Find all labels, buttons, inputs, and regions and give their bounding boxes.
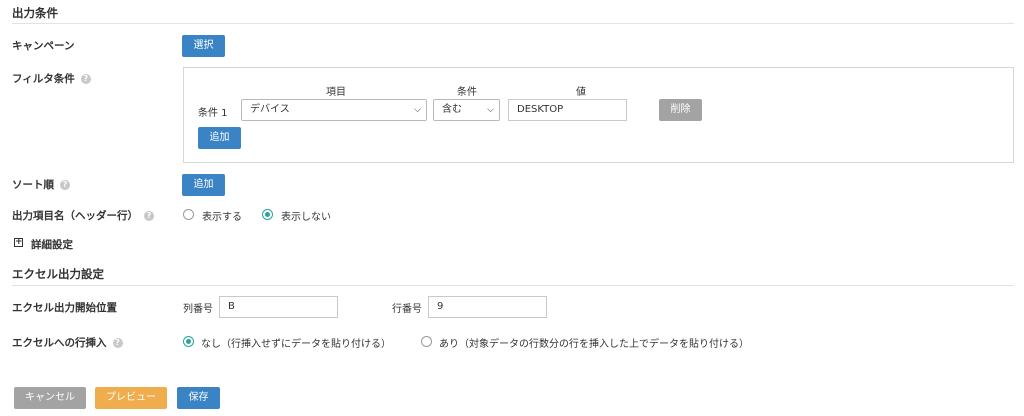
question-circle-icon[interactable]: ?	[112, 338, 123, 348]
filter-column-item: 項目	[326, 87, 346, 98]
question-circle-icon[interactable]: ?	[80, 74, 91, 84]
cancel-button[interactable]: キャンセル	[14, 387, 86, 409]
divider	[12, 285, 1014, 286]
row-insert-none-radio[interactable]	[183, 336, 194, 347]
filter-value-input[interactable]: DESKTOP	[508, 99, 627, 121]
sort-label: ソート順	[12, 179, 54, 191]
column-number-label: 列番号	[183, 304, 213, 315]
filter-add-button[interactable]: 追加	[198, 127, 241, 149]
header-row-label-wrap: 出力項目名（ヘッダー行）?	[12, 208, 154, 223]
chevron-down-icon: ⌵	[487, 105, 494, 115]
section-title-excel-output: エクセル出力設定	[12, 267, 104, 281]
header-row-hide-radio[interactable]	[262, 209, 273, 220]
column-number-input[interactable]: B	[219, 296, 338, 318]
preview-button[interactable]: プレビュー	[95, 387, 167, 409]
divider	[12, 23, 1014, 24]
filter-label: フィルタ条件	[12, 73, 75, 85]
row-insert-label: エクセルへの行挿入	[12, 337, 107, 349]
section-title-output-conditions: 出力条件	[12, 6, 58, 20]
filter-column-value: 値	[576, 87, 586, 98]
filter-delete-button[interactable]: 削除	[659, 99, 702, 121]
sort-label-wrap: ソート順?	[12, 177, 70, 192]
filter-item-value: デバイス	[250, 104, 290, 115]
row-insert-none-label[interactable]: なし（行挿入せずにデータを貼り付ける）	[201, 335, 391, 350]
header-row-hide-label[interactable]: 表示しない	[281, 208, 331, 223]
row-number-label: 行番号	[392, 304, 422, 315]
row-insert-yes-radio[interactable]	[421, 336, 432, 347]
campaign-select-button[interactable]: 選択	[182, 35, 225, 57]
filter-label-wrap: フィルタ条件?	[12, 71, 91, 86]
sort-add-button[interactable]: 追加	[182, 174, 225, 196]
filter-column-condition: 条件	[457, 87, 477, 98]
question-circle-icon[interactable]: ?	[60, 180, 70, 190]
row-insert-label-wrap: エクセルへの行挿入?	[12, 335, 123, 350]
question-circle-icon[interactable]: ?	[144, 211, 154, 221]
save-button[interactable]: 保存	[177, 387, 220, 409]
header-row-label: 出力項目名（ヘッダー行）	[12, 210, 138, 222]
row-number-input[interactable]: 9	[428, 296, 547, 318]
filter-item-select[interactable]: デバイス ⌵	[241, 99, 427, 121]
campaign-label: キャンペーン	[12, 40, 75, 52]
filter-row-label: 条件 1	[198, 108, 228, 119]
filter-condition-value: 含む	[442, 104, 462, 115]
advanced-settings-toggle[interactable]: 詳細設定	[31, 237, 73, 252]
header-row-show-radio[interactable]	[183, 209, 194, 220]
excel-start-position-label: エクセル出力開始位置	[12, 302, 117, 314]
row-insert-yes-label[interactable]: あり（対象データの行数分の行を挿入した上でデータを貼り付ける）	[439, 335, 749, 350]
filter-condition-select[interactable]: 含む ⌵	[433, 99, 500, 121]
header-row-show-label[interactable]: 表示する	[202, 208, 242, 223]
chevron-down-icon: ⌵	[414, 105, 421, 115]
plus-square-icon[interactable]: +	[14, 238, 23, 247]
